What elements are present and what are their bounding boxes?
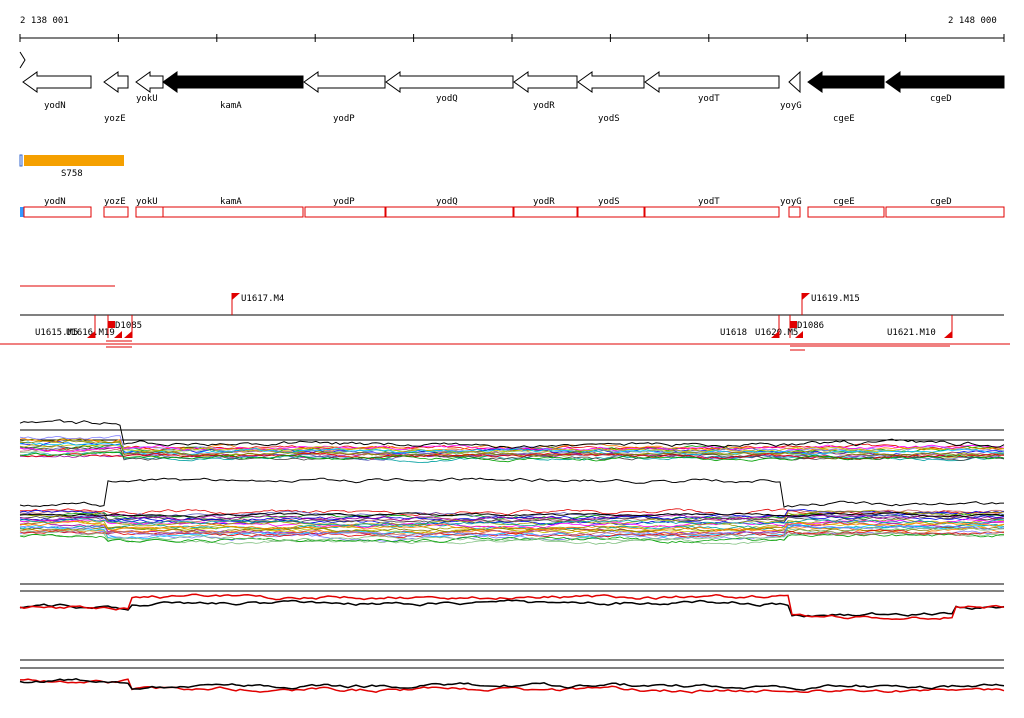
segment-bar-S758[interactable] [24,155,124,166]
gene-label-yodP: yodP [333,114,355,124]
annot-label-cgeE: cgeE [833,197,855,207]
expression-track-d [19,659,1005,694]
annot-box-yoyG[interactable] [788,206,801,218]
gene-arrow-yodS[interactable] [577,71,645,93]
gene-arrow-cgeD[interactable] [885,71,1005,93]
expression-track-c [19,583,1005,621]
gene-label-yoyG: yoyG [780,101,802,111]
gene-arrow-yozE[interactable] [103,71,129,93]
gene-arrow-yoyG[interactable] [788,70,801,94]
ruler-end-label: 2 148 000 [948,16,997,26]
gene-label-yodN: yodN [44,101,66,111]
annot-box-yodN[interactable] [23,206,92,218]
marker-label-U1619: U1619.M15 [811,294,860,304]
gene-arrow-partial[interactable] [19,51,26,69]
annot-box-kamA[interactable] [162,206,304,218]
marker-flag-D1086[interactable] [790,321,797,328]
annot-box-yozE[interactable] [103,206,129,218]
marker-flag-U1617[interactable] [232,293,240,300]
annot-box-yodR[interactable] [513,206,578,218]
genome-browser-canvas: 2 138 001 2 148 000 yodN yozE yokU kamA … [0,16,1010,694]
gene-label-yozE: yozE [104,114,126,124]
annot-label-yokU: yokU [136,197,158,207]
ruler-start-label: 2 138 001 [20,16,69,26]
gene-label-yodQ: yodQ [436,94,458,104]
gene-label-cgeE: cgeE [833,114,855,124]
gene-label-yodR: yodR [533,101,555,111]
gene-label-cgeD: cgeD [930,94,952,104]
expression-track-b [19,477,1005,545]
annot-label-yodP: yodP [333,197,355,207]
annot-label-cgeD: cgeD [930,197,952,207]
marker-label-U1617: U1617.M4 [241,294,284,304]
gene-track: yodN yozE yokU kamA yodP yodQ yodR yodS … [19,51,1005,124]
annot-label-yodR: yodR [533,197,555,207]
marker-flag-D1085[interactable] [108,321,115,328]
marker-label-U1618: U1618 [720,328,747,338]
gene-arrow-yodQ[interactable] [385,71,514,93]
gene-arrow-yodP[interactable] [303,71,386,93]
transcription-marker-track: U1617.M4 U1619.M15 D1085 D1086 U1615.M5 … [0,285,1010,351]
gene-arrow-yodN[interactable] [22,71,92,93]
annot-box-yodQ[interactable] [385,206,514,218]
annot-box-yodS[interactable] [577,206,645,218]
segment-label: S758 [61,169,83,179]
gene-label-yokU: yokU [136,94,158,104]
gene-arrow-yokU[interactable] [135,71,164,93]
gene-arrow-yodT[interactable] [644,71,780,93]
annot-label-yozE: yozE [104,197,126,207]
expression-track-a [19,419,1005,464]
annot-box-yokU[interactable] [135,206,164,218]
annot-box-cgeE[interactable] [807,206,885,218]
annot-label-yodQ: yodQ [436,197,458,207]
annot-label-kamA: kamA [220,197,242,207]
marker-flag-U1619[interactable] [802,293,810,300]
annot-label-yodS: yodS [598,197,620,207]
gene-label-yodT: yodT [698,94,720,104]
marker-flag-U1621[interactable] [944,331,952,338]
genome-browser-view: 2 138 001 2 148 000 yodN yozE yokU kamA … [0,0,1024,714]
annot-box-cgeD[interactable] [885,206,1005,218]
marker-label-D1086: D1086 [797,321,824,331]
marker-flag-U1616[interactable] [114,331,122,338]
gene-arrow-cgeE[interactable] [807,71,885,93]
annot-box-yodT[interactable] [644,206,780,218]
gene-arrow-kamA[interactable] [162,71,304,93]
marker-flag-U1616b[interactable] [124,331,132,338]
gene-label-yodS: yodS [598,114,620,124]
annot-label-yodT: yodT [698,197,720,207]
gene-label-kamA: kamA [220,101,242,111]
segment-track: S758 [19,154,124,179]
annot-label-yoyG: yoyG [780,197,802,207]
marker-label-U1621: U1621.M10 [887,328,936,338]
annotation-track: yodN yozE yokU kamA yodP yodQ yodR yodS … [20,197,1005,218]
marker-label-D1085: D1085 [115,321,142,331]
annot-label-yodN: yodN [44,197,66,207]
gene-arrow-yodR[interactable] [513,71,578,93]
coordinate-ruler: 2 138 001 2 148 000 [19,16,1005,42]
annot-box-yodP[interactable] [304,206,386,218]
